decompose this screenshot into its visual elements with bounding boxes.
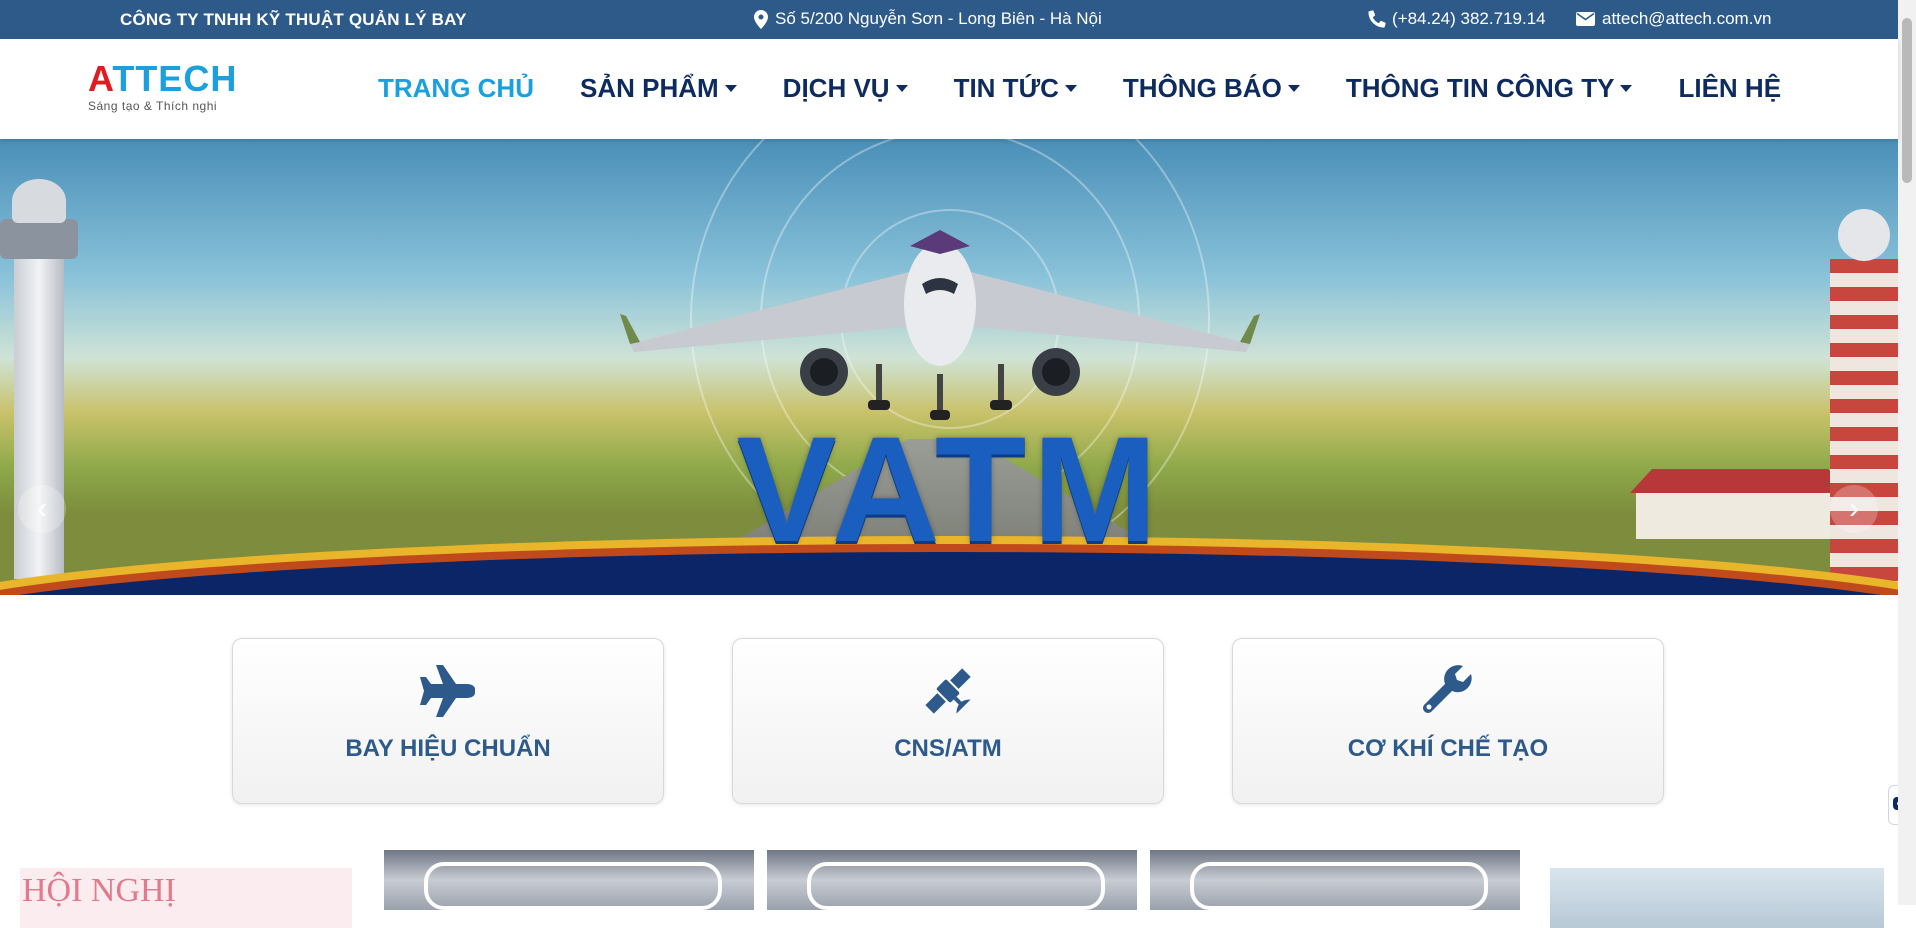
service-label: BAY HIỆU CHUẨN [345,735,551,762]
logo-slogan: Sáng tạo & Thích nghi [88,99,218,113]
service-cards: BAY HIỆU CHUẨN CNS/ATM CƠ KHÍ CHẾ TẠO [232,638,1664,804]
service-card-co-khi-che-tao[interactable]: CƠ KHÍ CHẾ TẠO [1232,638,1664,804]
nav-item-trang-chu[interactable]: TRANG CHỦ [378,73,534,104]
nav-item-san-pham[interactable]: SẢN PHẨM [580,73,737,104]
chevron-right-icon: › [1849,492,1859,525]
nav-item-dich-vu[interactable]: DỊCH VỤ [783,73,908,104]
chevron-down-icon [724,85,737,92]
news-thumbnail[interactable] [384,850,754,910]
phone-icon [1368,10,1386,28]
carousel-next-button[interactable]: › [1830,485,1878,533]
chevron-down-icon [1620,85,1633,92]
hero-carousel: VATM ‹ › [0,139,1898,595]
chevron-left-icon: ‹ [37,492,47,525]
scrollbar-thumb[interactable] [1902,18,1912,183]
address-text: Số 5/200 Nguyễn Sơn - Long Biên - Hà Nội [775,9,1102,28]
email-text: attech@attech.com.vn [1602,9,1772,28]
nav-menu: TRANG CHỦ SẢN PHẨM DỊCH VỤ TIN TỨC THÔNG… [378,73,1781,104]
service-card-cns-atm[interactable]: CNS/ATM [732,638,1164,804]
news-thumbnail[interactable] [767,850,1137,910]
nav-item-thong-tin-cong-ty[interactable]: THÔNG TIN CÔNG TY [1346,73,1633,104]
hangar-graphic [1630,469,1850,539]
news-thumbnail[interactable] [1550,868,1884,928]
nav-item-lien-he[interactable]: LIÊN HỆ [1678,73,1781,104]
nav-item-thong-bao[interactable]: THÔNG BÁO [1123,73,1300,104]
service-label: CNS/ATM [894,735,1002,762]
chevron-down-icon [1287,85,1300,92]
plane-icon [419,663,477,719]
service-label: CƠ KHÍ CHẾ TẠO [1347,735,1549,762]
main-navbar: ATTECH Sáng tạo & Thích nghi TRANG CHỦ S… [0,39,1898,139]
chevron-down-icon [1064,85,1077,92]
news-thumbnail-text: HỘI NGHỊ [22,872,176,909]
hero-banner-text: VATM [736,405,1164,573]
page-scrollbar[interactable] [1898,0,1916,905]
wrench-icon [1421,663,1475,719]
phone-text: (+84.24) 382.719.14 [1392,9,1546,28]
envelope-icon [1576,12,1595,26]
phone-link[interactable]: (+84.24) 382.719.14 [1368,9,1546,29]
address-info: Số 5/200 Nguyễn Sơn - Long Biên - Hà Nội [754,9,1102,29]
satellite-icon [920,663,976,719]
nav-item-tin-tuc[interactable]: TIN TỨC [954,73,1077,104]
company-name: CÔNG TY TNHH KỸ THUẬT QUẢN LÝ BAY [120,10,467,29]
top-info-bar: CÔNG TY TNHH KỸ THUẬT QUẢN LÝ BAY Số 5/2… [0,0,1898,39]
service-card-bay-hieu-chuan[interactable]: BAY HIỆU CHUẨN [232,638,664,804]
logo-wordmark: ATTECH [88,58,238,99]
chevron-down-icon [895,85,908,92]
news-thumbnail[interactable] [1150,850,1520,910]
news-thumbnail[interactable]: HỘI NGHỊ [20,868,352,928]
radar-tower-graphic [1830,209,1898,589]
carousel-prev-button[interactable]: ‹ [18,485,66,533]
email-link[interactable]: attech@attech.com.vn [1576,9,1771,29]
map-marker-icon [754,9,768,29]
site-logo[interactable]: ATTECH Sáng tạo & Thích nghi [88,58,238,114]
